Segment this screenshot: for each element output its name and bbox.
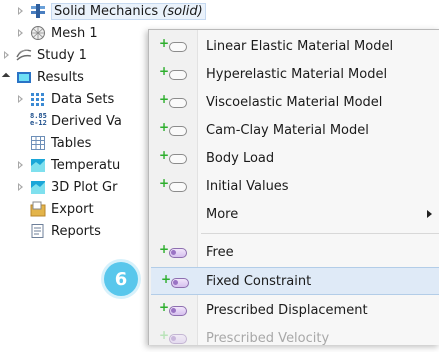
menu-item-label: Body Load: [206, 150, 275, 166]
tree-node-label: Reports: [51, 223, 101, 239]
tree-node-label: Derived Va: [51, 113, 122, 129]
tree-node-label: Study 1: [37, 47, 87, 63]
tree-node-label: Mesh 1: [51, 25, 98, 41]
export-icon: [30, 201, 46, 217]
add-domain-icon: +: [159, 65, 189, 82]
add-boundary-icon: +: [161, 273, 191, 290]
add-domain-icon: +: [159, 149, 189, 166]
expand-arrow-icon[interactable]: [16, 6, 26, 16]
menu-separator: [201, 233, 439, 234]
menu-item-more[interactable]: More: [149, 200, 439, 228]
menu-item-label: Initial Values: [206, 178, 289, 194]
tree-node-label: Data Sets: [51, 91, 115, 107]
add-domain-icon: +: [159, 37, 189, 54]
add-domain-icon: +: [159, 121, 189, 138]
derived-values-icon: 8.85 e-12: [30, 112, 47, 127]
expand-arrow-icon[interactable]: [16, 160, 26, 170]
menu-item-viscoelastic[interactable]: + Viscoelastic Material Model: [149, 88, 439, 116]
context-menu: + Linear Elastic Material Model + Hypere…: [148, 29, 439, 346]
menu-item-cam-clay[interactable]: + Cam-Clay Material Model: [149, 116, 439, 144]
plot-group-icon: [30, 157, 46, 173]
expand-arrow-icon[interactable]: [16, 182, 26, 192]
mesh-icon: [30, 25, 46, 41]
menu-item-linear-elastic[interactable]: + Linear Elastic Material Model: [149, 32, 439, 60]
study-icon: [16, 47, 32, 63]
submenu-arrow-icon: [427, 210, 432, 218]
add-boundary-icon: +: [159, 301, 189, 318]
menu-item-body-load[interactable]: + Body Load: [149, 144, 439, 172]
tree-node-data-sets[interactable]: Data Sets: [16, 88, 114, 110]
menu-item-label: More: [206, 206, 239, 222]
menu-item-label: Fixed Constraint: [206, 273, 312, 289]
menu-item-hyperelastic[interactable]: + Hyperelastic Material Model: [149, 60, 439, 88]
tree-node-mesh[interactable]: Mesh 1: [16, 22, 98, 44]
tree-node-3d-plot-group[interactable]: 3D Plot Gr: [16, 176, 117, 198]
menu-item-label: Free: [206, 244, 234, 260]
tree-node-label: Solid Mechanics (solid): [51, 2, 206, 20]
tree-node-solid-mechanics[interactable]: Solid Mechanics (solid): [16, 0, 206, 22]
menu-item-label: Prescribed Displacement: [206, 302, 368, 318]
results-folder-icon: [16, 69, 32, 85]
tree-node-tables[interactable]: Tables: [16, 132, 91, 154]
menu-item-label: Hyperelastic Material Model: [206, 66, 388, 82]
tree-node-reports[interactable]: Reports: [16, 220, 101, 242]
tables-icon: [30, 135, 46, 151]
tree-node-results[interactable]: Results: [2, 66, 84, 88]
add-boundary-icon: +: [159, 243, 189, 260]
tree-node-label: 3D Plot Gr: [51, 179, 118, 195]
plot-group-icon: [30, 179, 46, 195]
step-number-badge: 6: [104, 262, 138, 296]
menu-item-label: Cam-Clay Material Model: [206, 122, 369, 138]
expand-arrow-icon[interactable]: [16, 28, 26, 38]
menu-item-free[interactable]: + Free: [149, 238, 439, 266]
menu-item-label: Viscoelastic Material Model: [206, 94, 383, 110]
reports-icon: [30, 223, 46, 239]
menu-item-prescribed-displacement[interactable]: + Prescribed Displacement: [149, 296, 439, 324]
tree-node-study[interactable]: Study 1: [2, 44, 87, 66]
expand-arrow-icon[interactable]: [2, 50, 12, 60]
data-sets-icon: [30, 91, 46, 107]
menu-item-label: Prescribed Velocity: [206, 330, 330, 346]
tree-node-export[interactable]: Export: [16, 198, 94, 220]
tree-node-label: Temperatu: [51, 157, 121, 173]
expand-arrow-icon[interactable]: [16, 94, 26, 104]
tree-node-label: Tables: [51, 135, 92, 151]
tree-node-derived-values[interactable]: 8.85 e-12 Derived Va: [16, 110, 122, 132]
menu-item-initial-values[interactable]: + Initial Values: [149, 172, 439, 200]
add-domain-icon: +: [159, 93, 189, 110]
solid-mechanics-icon: [30, 3, 46, 19]
tree-node-temperature[interactable]: Temperatu: [16, 154, 120, 176]
menu-item-label: Linear Elastic Material Model: [206, 38, 394, 54]
tree-node-label: Export: [51, 201, 94, 217]
menu-item-fixed-constraint[interactable]: + Fixed Constraint: [151, 267, 439, 295]
add-domain-icon: +: [159, 177, 189, 194]
collapse-arrow-icon[interactable]: [2, 72, 12, 82]
menu-item-prescribed-velocity[interactable]: + Prescribed Velocity: [149, 324, 439, 352]
tree-node-label: Results: [37, 69, 84, 85]
